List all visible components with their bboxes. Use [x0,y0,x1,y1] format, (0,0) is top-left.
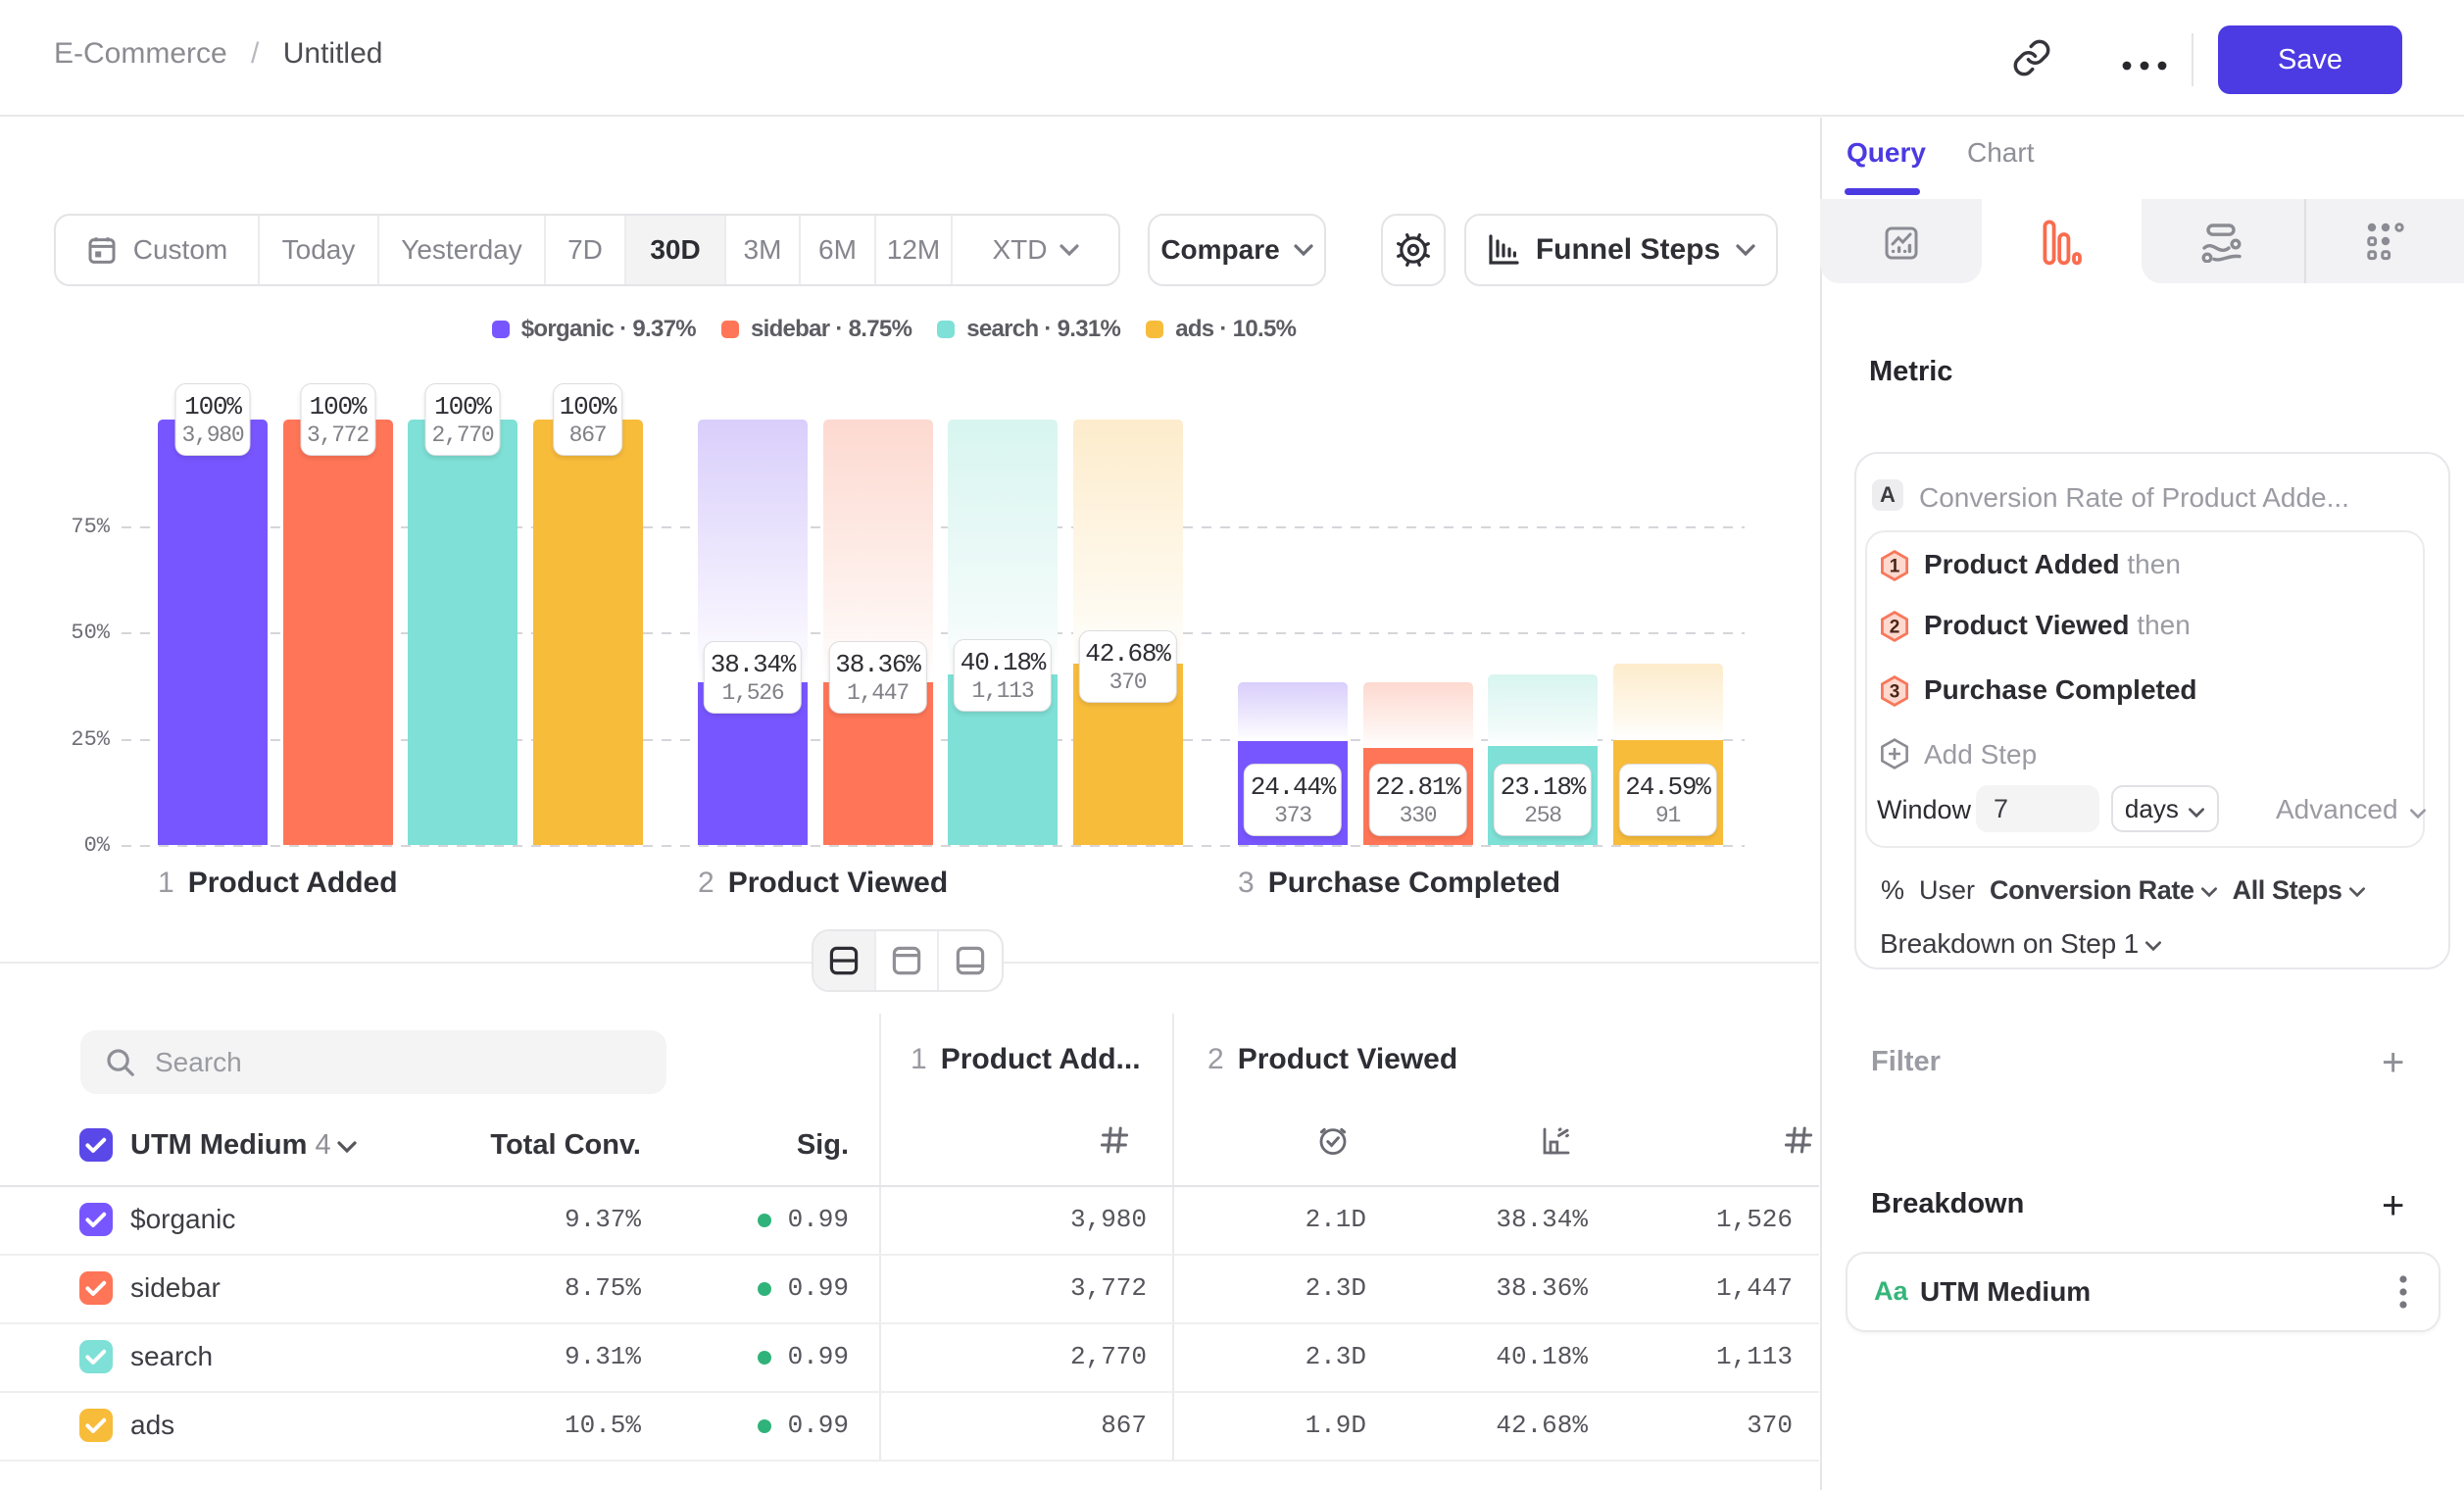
svg-text:1: 1 [1890,557,1900,577]
svg-text:2: 2 [1890,618,1900,638]
svg-text:3: 3 [1890,682,1900,703]
